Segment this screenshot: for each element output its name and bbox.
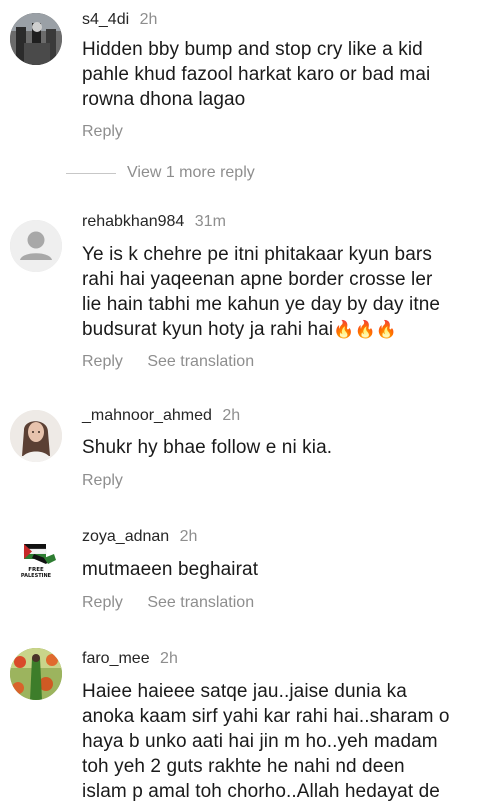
comment-text: mutmaeen beghairat <box>82 557 477 582</box>
comment-timestamp: 2h <box>222 407 241 424</box>
avatar[interactable] <box>10 648 62 700</box>
reply-button[interactable]: Reply <box>82 594 123 611</box>
profile-photo-icon <box>10 648 62 700</box>
comment-text: Haiee haieee satqe jau..jaise dunia ka a… <box>82 679 477 804</box>
comment-text-line: toh yeh 2 guts rakhte he nahi nd deen <box>82 756 405 777</box>
view-more-replies-button[interactable]: View 1 more reply <box>66 162 255 184</box>
reply-button[interactable]: Reply <box>82 123 123 140</box>
comment-text-line: lie hain tabhi me kahun ye day by day it… <box>82 294 441 315</box>
reply-button[interactable]: Reply <box>82 353 123 370</box>
comment-username[interactable]: _mahnoor_ahmed <box>82 407 212 424</box>
profile-photo-icon <box>10 410 62 462</box>
comment-timestamp: 2h <box>160 650 178 667</box>
comment-text: Shukr hy bhae follow e ni kia. <box>82 435 477 460</box>
comment-timestamp: 2h <box>179 528 198 545</box>
comment-text-line: islam p amal toh chorho..Allah hedayat d… <box>82 781 440 802</box>
comment-text-line: Ye is k chehre pe itni phitakaar kyun ba… <box>82 244 432 265</box>
comment-text-line: Shukr hy bhae follow e ni kia. <box>82 437 333 458</box>
comment-text-line: anoka kaam sirf yahi kar rahi hai..shara… <box>82 706 450 727</box>
view-more-replies-label: View 1 more reply <box>127 164 255 181</box>
comment-text-line: rahi hai yaqeenan apne border crosse ler <box>82 269 433 290</box>
default-avatar-icon <box>10 220 62 272</box>
comment-timestamp: 2h <box>139 11 158 28</box>
comment-text-line: budsurat kyun hoty ja rahi hai🔥🔥🔥 <box>82 317 477 342</box>
comment-timestamp: 31m <box>194 213 226 230</box>
comment-text-line-end: budsurat kyun hoty ja rahi hai <box>82 319 334 340</box>
comment-text: Ye is k chehre pe itni phitakaar kyun ba… <box>82 242 477 342</box>
comment-username[interactable]: zoya_adnan <box>82 528 169 545</box>
comment-text-line: mutmaeen beghairat <box>82 559 259 580</box>
see-translation-button[interactable]: See translation <box>147 594 254 611</box>
comment-text-line: Hidden bby bump and stop cry like a kid <box>82 39 423 60</box>
comment-username[interactable]: faro_mee <box>82 650 150 667</box>
comment-username[interactable]: rehabkhan984 <box>82 213 184 230</box>
reply-button[interactable]: Reply <box>82 472 123 489</box>
avatar[interactable]: FREE PALESTINE <box>10 534 62 586</box>
comment-text-line: Haiee haieee satqe jau..jaise dunia ka <box>82 681 407 702</box>
comment-text-line: pahle khud fazool harkat karo or bad mai <box>82 64 431 85</box>
avatar[interactable] <box>10 13 62 65</box>
comment-text-line: haya b unko aati hai jin m ho..yeh madam <box>82 731 438 752</box>
avatar[interactable] <box>10 220 62 272</box>
comment-username[interactable]: s4_4di <box>82 11 129 28</box>
fire-emoji: 🔥🔥🔥 <box>333 320 398 339</box>
divider-line <box>66 172 116 174</box>
avatar[interactable] <box>10 410 62 462</box>
see-translation-button[interactable]: See translation <box>147 353 254 370</box>
comment-text: Hidden bby bump and stop cry like a kid … <box>82 37 477 112</box>
profile-photo-icon <box>10 13 62 65</box>
avatar-text-palestine: PALESTINE <box>21 573 52 579</box>
palestine-flag-icon: FREE PALESTINE <box>10 534 62 586</box>
comment-text-line: rowna dhona lagao <box>82 89 246 110</box>
